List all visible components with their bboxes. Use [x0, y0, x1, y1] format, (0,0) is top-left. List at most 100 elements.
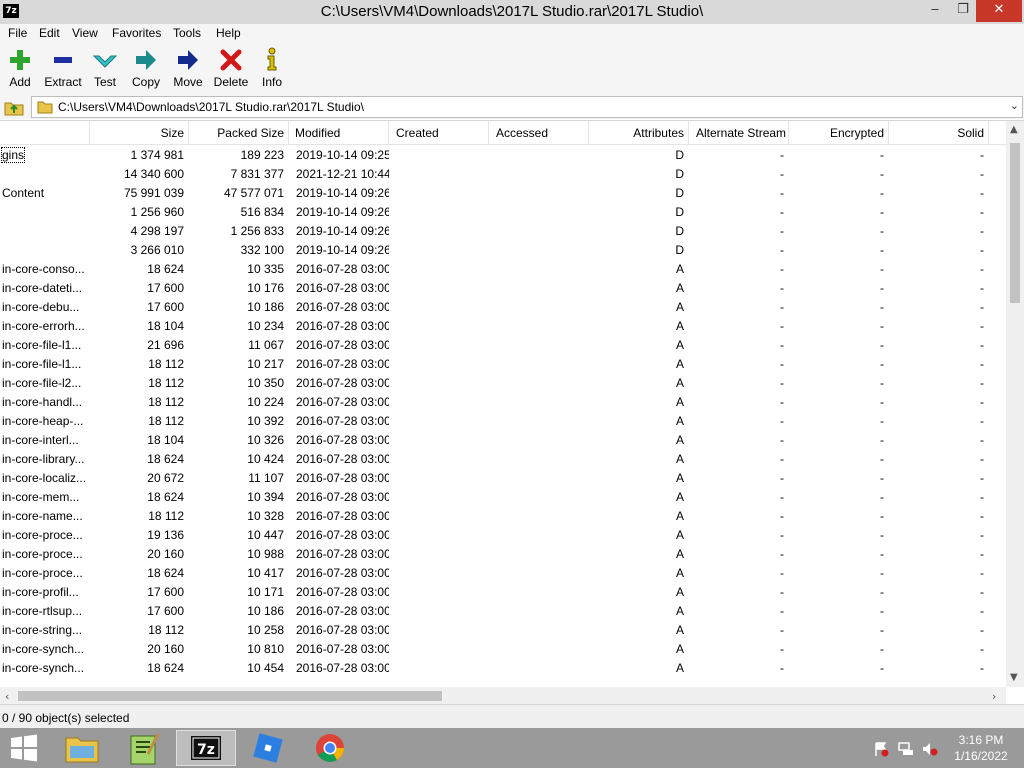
table-row[interactable]: gins 1 374 981 189 223 2019-10-14 09:25 D - - -: [0, 146, 1006, 165]
menu-favorites[interactable]: Favorites: [112, 26, 161, 40]
table-row[interactable]: in-core-interl... 18 104 10 326 2016-07-28 …: [0, 431, 1006, 450]
table-row[interactable]: in-core-errorh... 18 104 10 234 2016-07-28 …: [0, 317, 1006, 336]
menu-file[interactable]: File: [8, 26, 27, 40]
table-row[interactable]: 3 266 010 332 100 2019-10-14 09:26 D - - -: [0, 241, 1006, 260]
table-row[interactable]: in-core-file-l1... 21 696 11 067 2016-07-28…: [0, 336, 1006, 355]
vertical-scrollbar[interactable]: ▲ ▼: [1006, 121, 1024, 687]
move-button[interactable]: Move: [172, 47, 204, 93]
table-row[interactable]: in-core-library... 18 624 10 424 2016-07-28…: [0, 450, 1006, 469]
scroll-down-icon[interactable]: ▼: [1010, 672, 1018, 683]
copy-button[interactable]: Copy: [130, 47, 162, 93]
cell-encrypted: -: [880, 623, 884, 637]
table-row[interactable]: in-core-file-l1... 18 112 10 217 2016-07-28…: [0, 355, 1006, 374]
cell-size: 19 136: [147, 528, 184, 542]
cell-packed-size: 10 186: [247, 300, 284, 314]
cell-solid: -: [980, 395, 984, 409]
table-row[interactable]: in-core-heap-... 18 112 10 392 2016-07-28 0…: [0, 412, 1006, 431]
extract-button[interactable]: Extract: [43, 47, 83, 93]
table-row[interactable]: in-core-proce... 19 136 10 447 2016-07-28 0…: [0, 526, 1006, 545]
cell-attributes: D: [675, 186, 684, 200]
column-header-name[interactable]: [0, 121, 90, 145]
cell-alternate-stream: -: [780, 300, 784, 314]
table-row[interactable]: in-core-handl... 18 112 10 224 2016-07-28 0…: [0, 393, 1006, 412]
file-name: in-core-name...: [2, 509, 83, 523]
folder-up-icon[interactable]: [4, 98, 24, 116]
cell-size: 18 112: [148, 509, 184, 523]
minus-icon: [54, 57, 72, 63]
cell-alternate-stream: -: [780, 623, 784, 637]
test-button[interactable]: Test: [90, 47, 120, 93]
column-header-alternate-stream[interactable]: Alternate Stream: [689, 121, 789, 145]
table-row[interactable]: Content 75 991 039 47 577 071 2019-10-14 09…: [0, 184, 1006, 203]
table-row[interactable]: in-core-dateti... 17 600 10 176 2016-07-28 …: [0, 279, 1006, 298]
taskbar-file-explorer[interactable]: [52, 730, 112, 766]
taskbar-7zip[interactable]: 7z: [176, 730, 236, 766]
column-header-size[interactable]: Size: [90, 121, 189, 145]
table-row[interactable]: 1 256 960 516 834 2019-10-14 09:26 D - - -: [0, 203, 1006, 222]
info-button[interactable]: Info: [259, 47, 285, 93]
scroll-up-icon[interactable]: ▲: [1010, 124, 1018, 135]
cell-solid: -: [980, 433, 984, 447]
menu-edit[interactable]: Edit: [39, 26, 60, 40]
column-header-packed-size[interactable]: Packed Size: [189, 121, 289, 145]
cell-size: 17 600: [147, 300, 184, 314]
column-header-accessed[interactable]: Accessed: [489, 121, 589, 145]
table-row[interactable]: in-core-rtlsup... 17 600 10 186 2016-07-28 …: [0, 602, 1006, 621]
network-icon[interactable]: [898, 741, 914, 757]
table-row[interactable]: in-core-conso... 18 624 10 335 2016-07-28 0…: [0, 260, 1006, 279]
action-center-flag-icon[interactable]: [873, 741, 889, 757]
column-header-attributes[interactable]: Attributes: [589, 121, 689, 145]
cell-modified: 2016-07-28 03:00: [296, 623, 389, 637]
scroll-left-icon[interactable]: ‹: [5, 690, 9, 703]
table-row[interactable]: 4 298 197 1 256 833 2019-10-14 09:26 D - - -: [0, 222, 1006, 241]
scroll-right-icon[interactable]: ›: [992, 690, 996, 703]
column-header-solid[interactable]: Solid: [889, 121, 989, 145]
delete-button[interactable]: Delete: [212, 47, 250, 93]
system-clock[interactable]: 3:16 PM 1/16/2022: [944, 732, 1018, 764]
cell-encrypted: -: [880, 224, 884, 238]
table-row[interactable]: in-core-debu... 17 600 10 186 2016-07-28 03…: [0, 298, 1006, 317]
title-bar[interactable]: 7z C:\Users\VM4\Downloads\2017L Studio.r…: [0, 0, 1024, 24]
cell-encrypted: -: [880, 167, 884, 181]
add-button[interactable]: Add: [6, 47, 34, 93]
horizontal-scrollbar[interactable]: ‹ ›: [0, 687, 1006, 704]
table-row[interactable]: in-core-profil... 17 600 10 171 2016-07-28 …: [0, 583, 1006, 602]
cell-attributes: A: [675, 509, 684, 523]
horizontal-scroll-thumb[interactable]: [18, 691, 442, 701]
cell-packed-size: 1 256 833: [230, 224, 284, 238]
table-row[interactable]: in-core-name... 18 112 10 328 2016-07-28 03…: [0, 507, 1006, 526]
taskbar-notepad-plus[interactable]: [114, 730, 174, 766]
column-header-created[interactable]: Created: [389, 121, 489, 145]
table-row[interactable]: 14 340 600 7 831 377 2021-12-21 10:44 D - - -: [0, 165, 1006, 184]
table-row[interactable]: in-core-synch... 18 624 10 454 2016-07-28 0…: [0, 659, 1006, 678]
cell-attributes: A: [675, 585, 684, 599]
close-button[interactable]: ✕: [976, 0, 1022, 22]
file-list[interactable]: Size Packed Size Modified Created Access…: [0, 120, 1024, 704]
chevron-down-icon[interactable]: ⌄: [1010, 99, 1019, 112]
restore-button[interactable]: ❐: [946, 0, 980, 22]
taskbar-chrome[interactable]: [300, 730, 360, 766]
taskbar-roblox[interactable]: [238, 730, 298, 766]
table-row[interactable]: in-core-string... 18 112 10 258 2016-07-28 …: [0, 621, 1006, 640]
menu-view[interactable]: View: [72, 26, 98, 40]
file-name: in-core-file-l2...: [2, 376, 82, 390]
table-row[interactable]: in-core-synch... 20 160 10 810 2016-07-28 0…: [0, 640, 1006, 659]
menu-help[interactable]: Help: [216, 26, 241, 40]
cell-modified: 2016-07-28 03:00: [296, 547, 389, 561]
cell-packed-size: 10 447: [247, 528, 284, 542]
table-row[interactable]: in-core-file-l2... 18 112 10 350 2016-07-28…: [0, 374, 1006, 393]
chrome-icon: [316, 734, 344, 762]
volume-muted-icon[interactable]: [922, 741, 938, 757]
column-header-encrypted[interactable]: Encrypted: [789, 121, 889, 145]
cell-solid: -: [980, 642, 984, 656]
vertical-scroll-thumb[interactable]: [1010, 143, 1020, 303]
table-row[interactable]: in-core-mem... 18 624 10 394 2016-07-28 03:…: [0, 488, 1006, 507]
file-name: Content: [2, 186, 45, 200]
windows-start-icon[interactable]: [8, 734, 40, 762]
menu-tools[interactable]: Tools: [173, 26, 201, 40]
table-row[interactable]: in-core-localiz... 20 672 11 107 2016-07-28…: [0, 469, 1006, 488]
path-combobox[interactable]: C:\Users\VM4\Downloads\2017L Studio.rar\…: [31, 96, 1023, 118]
column-header-modified[interactable]: Modified: [289, 121, 389, 145]
table-row[interactable]: in-core-proce... 20 160 10 988 2016-07-28 0…: [0, 545, 1006, 564]
table-row[interactable]: in-core-proce... 18 624 10 417 2016-07-28 0…: [0, 564, 1006, 583]
